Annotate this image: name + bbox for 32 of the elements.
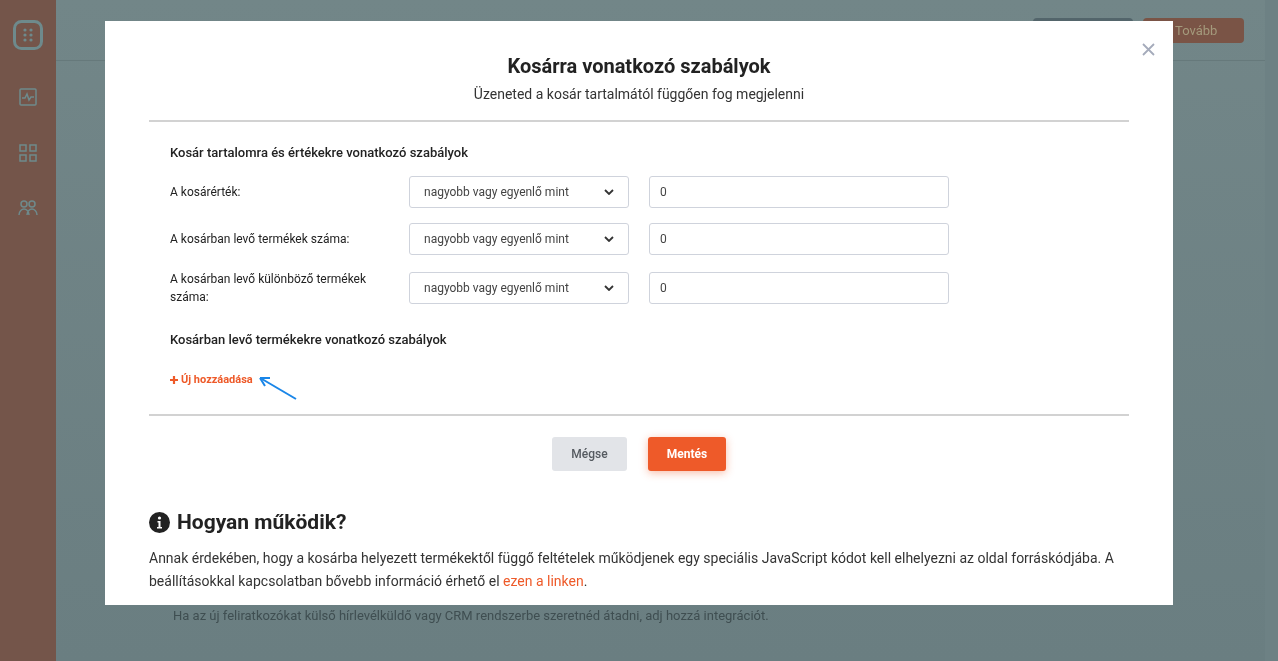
help-heading: Hogyan működik?: [177, 509, 347, 536]
rule-label: A kosárban levő termékek száma:: [170, 230, 351, 248]
grid-icon[interactable]: [19, 144, 37, 162]
section-title: Kosár tartalomra és értékekre vonatkozó szabályok: [170, 144, 469, 162]
dialog-subtitle: Üzeneted a kosár tartalmától függően fog megjelenni: [473, 85, 805, 104]
chevron-down-icon: [604, 284, 614, 291]
operator-select[interactable]: nagyobb vagy egyenlő mint: [409, 222, 629, 255]
app-logo-icon[interactable]: [13, 20, 43, 50]
help-link[interactable]: ezen a linken: [503, 572, 584, 589]
chevron-down-icon: [604, 235, 614, 242]
cancel-button[interactable]: Mégse: [552, 437, 627, 471]
plus-icon: [170, 376, 178, 384]
select-value: nagyobb vagy egyenlő mint: [424, 279, 569, 297]
rule-label: A kosárban levő különböző termékek száma:: [170, 270, 368, 306]
value-field[interactable]: 0: [649, 222, 949, 255]
select-value: nagyobb vagy egyenlő mint: [424, 230, 569, 248]
rule-label: A kosárérték:: [170, 183, 242, 201]
dialog-title: Kosárra vonatkozó szabályok: [507, 53, 771, 80]
value-field[interactable]: 0: [649, 271, 949, 304]
chevron-down-icon: [604, 188, 614, 195]
select-value: nagyobb vagy egyenlő mint: [424, 183, 569, 201]
activity-icon[interactable]: [19, 88, 37, 106]
operator-select[interactable]: nagyobb vagy egyenlő mint: [409, 175, 629, 208]
pointer-arrow: [258, 375, 298, 400]
help-paragraph: Annak érdekében, hogy a kosárba helyezett termékektől függő feltételek működjenek egy speciális JavaScript kódot kell elhelyezni az oldal forráskódjába. A beállításokkal kapcsolatban bővebb információ érhető el ezen a linken.: [149, 548, 1115, 591]
close-button[interactable]: [1140, 41, 1156, 57]
value-field[interactable]: 0: [649, 175, 949, 208]
section-title: Kosárban levő termékekre vonatkozó szabályok: [170, 330, 448, 349]
info-icon: [149, 512, 170, 534]
users-icon[interactable]: [18, 200, 38, 216]
operator-select[interactable]: nagyobb vagy egyenlő mint: [409, 271, 629, 304]
close-icon: [1141, 42, 1155, 56]
